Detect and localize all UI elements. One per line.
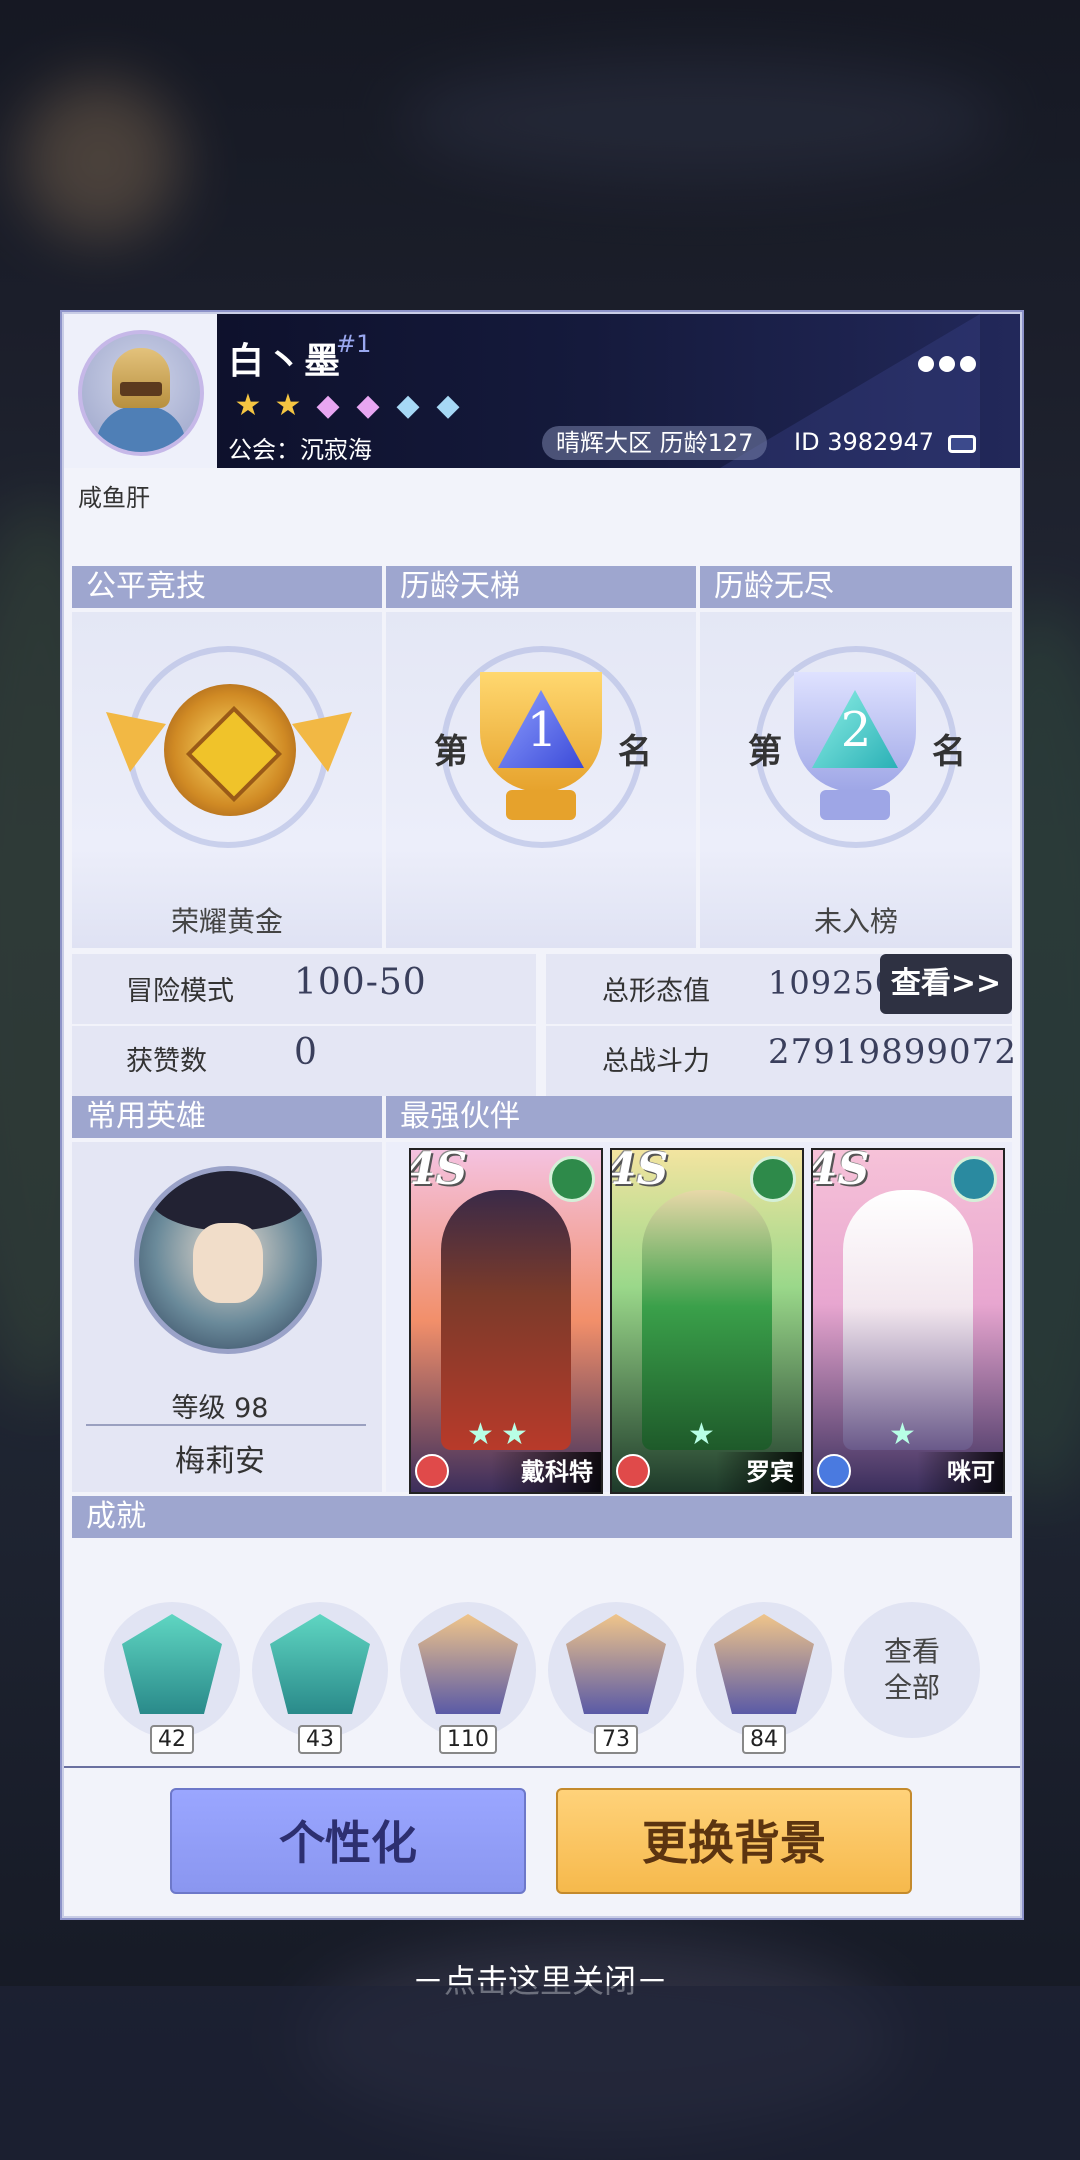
partner-name: 戴科特 (491, 1452, 601, 1492)
element-nature-icon (549, 1156, 595, 1202)
power-value: 27919899072 (768, 1032, 1017, 1072)
star-icon: ★ (467, 1417, 494, 1452)
diamond-pink-icon: ◆ (356, 388, 380, 423)
achievement-count: 43 (298, 1725, 342, 1754)
achievement-badge[interactable]: 42 (104, 1602, 240, 1754)
power-label: 总战斗力 (602, 1046, 710, 1077)
class-icon (415, 1454, 449, 1488)
rank-prefix: 第 (748, 732, 782, 772)
achievement-badge[interactable]: 110 (400, 1602, 536, 1754)
section-achievements: 成就 (72, 1496, 1012, 1538)
diamond-pink-icon: ◆ (316, 388, 340, 423)
profile-panel: 白丶墨 #1 ★ ★ ◆ ◆ ◆ ◆ 公会：沉寂海 晴辉大区 历龄127 ID … (62, 312, 1022, 1918)
profile-header: 白丶墨 #1 ★ ★ ◆ ◆ ◆ ◆ 公会：沉寂海 晴辉大区 历龄127 ID … (64, 314, 1020, 468)
partner-card[interactable]: 4S ★ 咪可 (811, 1148, 1005, 1494)
section-strongest-partners: 最强伙伴 (386, 1096, 1012, 1138)
rank-suffix: 名 (932, 732, 966, 772)
divider (64, 1766, 1020, 1768)
guild-name[interactable]: 公会：沉寂海 (228, 430, 372, 465)
view-all-achievements-button[interactable]: 查看 全部 (844, 1602, 980, 1738)
trophy-base-icon (820, 790, 890, 820)
adventure-value: 100-50 (294, 962, 427, 1003)
achievement-badge[interactable]: 73 (548, 1602, 684, 1754)
partner-name: 罗宾 (716, 1452, 802, 1492)
rank-result-age-endless: 未入榜 (813, 905, 898, 938)
likes-value: 0 (294, 1032, 318, 1073)
rank-place-number: 2 (840, 702, 872, 758)
partner-grade: 4S (610, 1148, 669, 1195)
achievement-count: 42 (150, 1725, 194, 1754)
partner-figure (642, 1190, 772, 1450)
adventure-label: 冒险模式 (126, 976, 234, 1007)
bottom-nav-background (0, 1986, 1080, 2160)
emblem-teal-icon (270, 1614, 370, 1714)
section-favorite-hero: 常用英雄 (72, 1096, 382, 1138)
favorite-hero-avatar[interactable] (134, 1166, 322, 1354)
element-water-icon (951, 1156, 997, 1202)
star-icon: ★ (889, 1417, 916, 1452)
more-options-icon[interactable] (918, 356, 976, 372)
player-name: 白丶墨 (228, 341, 343, 382)
likes-label: 获赞数 (126, 1046, 207, 1077)
achievement-count: 110 (439, 1725, 497, 1754)
emblem-purple-icon (714, 1614, 814, 1714)
star-gold-icon: ★ (234, 388, 262, 423)
class-icon (817, 1454, 851, 1488)
form-value: 109250 (768, 964, 897, 1002)
view-form-button[interactable]: 查看>> (880, 954, 1012, 1014)
partner-figure (843, 1190, 973, 1450)
achievement-count: 73 (594, 1725, 638, 1754)
change-background-button[interactable]: 更换背景 (556, 1788, 912, 1894)
rank-tag: #1 (336, 330, 372, 358)
rank-prefix: 第 (434, 732, 468, 772)
star-gold-icon: ★ (274, 388, 302, 423)
rank-card-age-ladder[interactable]: 1 第 名 (386, 612, 696, 948)
star-rating: ★ ★ ◆ ◆ ◆ ◆ (230, 388, 466, 424)
partner-grade: 4S (811, 1148, 870, 1195)
partner-figure (441, 1190, 571, 1450)
customize-button[interactable]: 个性化 (170, 1788, 526, 1894)
diamond-blue-icon: ◆ (436, 388, 460, 423)
element-nature-icon (750, 1156, 796, 1202)
achievement-badge[interactable]: 43 (252, 1602, 388, 1754)
trophy-base-icon (506, 790, 576, 820)
achievement-count: 84 (742, 1725, 786, 1754)
partner-card[interactable]: 4S ★ 罗宾 (610, 1148, 804, 1494)
region-badge: 晴辉大区 历龄127 (542, 426, 768, 460)
star-icon: ★ (688, 1417, 715, 1452)
avatar[interactable] (78, 330, 204, 456)
section-age-endless: 历龄无尽 (700, 566, 1012, 608)
class-icon (616, 1454, 650, 1488)
favorite-hero-level: 等级 98 (171, 1393, 269, 1424)
section-age-ladder: 历龄天梯 (386, 566, 696, 608)
achievement-list: 42 43 110 73 84 查看 全部 (104, 1602, 980, 1754)
partner-grade: 4S (409, 1148, 468, 1195)
achievement-badge[interactable]: 84 (696, 1602, 832, 1754)
diamond-blue-icon: ◆ (396, 388, 420, 423)
signature-text: 咸鱼肝 (78, 484, 150, 512)
rank-place-number: 1 (526, 702, 558, 758)
hero-divider (86, 1424, 366, 1426)
rank-card-fair-arena[interactable]: 荣耀黄金 (72, 612, 382, 948)
partner-name: 咪可 (917, 1452, 1003, 1492)
star-icon: ★ (501, 1417, 528, 1452)
player-id: ID 3982947 (794, 428, 935, 456)
favorite-hero-name: 梅莉安 (175, 1444, 265, 1479)
rank-suffix: 名 (618, 732, 652, 772)
partner-card[interactable]: 4S ★ ★ 戴科特 (409, 1148, 603, 1494)
emblem-purple-icon (566, 1614, 666, 1714)
avatar-frame[interactable] (64, 314, 217, 468)
copy-id-icon[interactable] (948, 435, 976, 453)
rank-card-age-endless[interactable]: 2 第 名 未入榜 (700, 612, 1012, 948)
rank-result-fair-arena: 荣耀黄金 (170, 905, 283, 938)
emblem-teal-icon (122, 1614, 222, 1714)
section-fair-arena: 公平竞技 (72, 566, 382, 608)
form-label: 总形态值 (602, 976, 710, 1007)
emblem-purple-icon (418, 1614, 518, 1714)
stats-divider (72, 1024, 1012, 1026)
